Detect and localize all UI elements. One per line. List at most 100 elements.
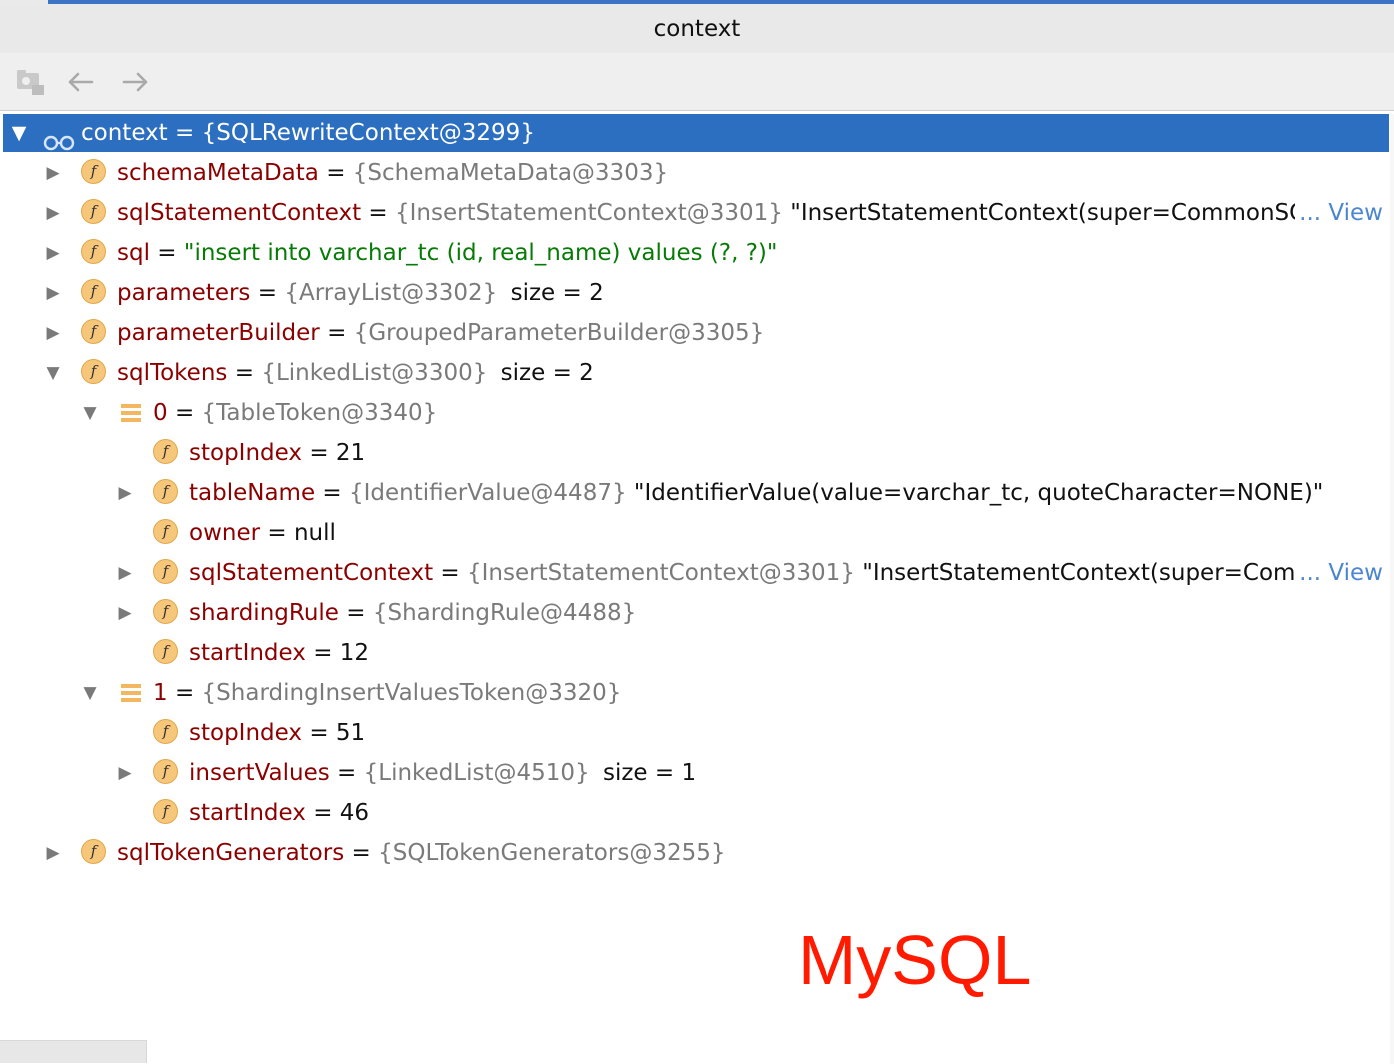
- triangle-right-icon[interactable]: ▶: [43, 234, 63, 272]
- tree-node-startIndex[interactable]: f startIndex = 46: [3, 794, 1389, 832]
- tree-node-context[interactable]: ▼ context = {SQLRewriteContext@3299}: [3, 114, 1389, 152]
- field-icon: f: [81, 319, 106, 344]
- triangle-down-icon[interactable]: ▼: [43, 354, 63, 392]
- field-name: parameterBuilder: [117, 320, 320, 346]
- field-value: 46: [339, 800, 370, 826]
- node-label: startIndex = 46: [189, 800, 370, 826]
- field-icon: f: [153, 719, 178, 744]
- field-icon: f: [81, 839, 106, 864]
- node-label: schemaMetaData = {SchemaMetaData@3303}: [117, 160, 669, 186]
- field-icon: f: [153, 519, 178, 544]
- field-icon: f: [153, 559, 178, 584]
- node-label: tableName = {IdentifierValue@4487} "Iden…: [189, 480, 1324, 506]
- variables-tree: ▼ context = {SQLRewriteContext@3299} ▶ f…: [0, 114, 1390, 964]
- field-name: schemaMetaData: [117, 160, 319, 186]
- field-value: "InsertStatementContext(super=CommonSQLS: [790, 200, 1335, 226]
- element-index: 0: [153, 400, 168, 426]
- node-label: startIndex = 12: [189, 640, 370, 666]
- triangle-right-icon[interactable]: ▶: [43, 834, 63, 872]
- tree-node-sqlStatementContext[interactable]: ▶ f sqlStatementContext = {InsertStateme…: [3, 194, 1389, 232]
- field-name: insertValues: [189, 760, 330, 786]
- node-label: 1 = {ShardingInsertValuesToken@3320}: [153, 680, 622, 706]
- tree-node-sqlTokenGenerators[interactable]: ▶ f sqlTokenGenerators = {SQLTokenGenera…: [3, 834, 1389, 872]
- tree-node-tableName[interactable]: ▶ f tableName = {IdentifierValue@4487} "…: [3, 474, 1389, 512]
- tree-node-startIndex[interactable]: f startIndex = 12: [3, 634, 1389, 672]
- view-link[interactable]: ... View: [1295, 194, 1383, 232]
- node-label: parameterBuilder = {GroupedParameterBuil…: [117, 320, 765, 346]
- triangle-right-icon[interactable]: ▶: [43, 274, 63, 312]
- node-label: insertValues = {LinkedList@4510} size = …: [189, 760, 697, 786]
- tree-node-insertValues[interactable]: ▶ f insertValues = {LinkedList@4510} siz…: [3, 754, 1389, 792]
- tree-node-schemaMetaData[interactable]: ▶ f schemaMetaData = {SchemaMetaData@330…: [3, 154, 1389, 192]
- tree-node-parameters[interactable]: ▶ f parameters = {ArrayList@3302} size =…: [3, 274, 1389, 312]
- triangle-right-icon[interactable]: ▶: [115, 594, 135, 632]
- field-type: {ArrayList@3302}: [284, 280, 498, 306]
- node-label: context = {SQLRewriteContext@3299}: [81, 120, 535, 146]
- field-type: {LinkedList@3300}: [261, 360, 488, 386]
- back-arrow-icon[interactable]: [64, 67, 98, 97]
- field-value: "IdentifierValue(value=varchar_tc, quote…: [633, 480, 1324, 506]
- field-icon: f: [81, 359, 106, 384]
- field-size: size = 2: [500, 360, 594, 386]
- field-type: {InsertStatementContext@3301}: [395, 200, 783, 226]
- field-value: "insert into varchar_tc (id, real_name) …: [183, 240, 778, 266]
- forward-arrow-icon[interactable]: [118, 67, 152, 97]
- tree-node-sql[interactable]: ▶ f sql = "insert into varchar_tc (id, r…: [3, 234, 1389, 272]
- field-type: {IdentifierValue@4487}: [349, 480, 627, 506]
- tree-node-stopIndex[interactable]: f stopIndex = 51: [3, 714, 1389, 752]
- field-type: {GroupedParameterBuilder@3305}: [353, 320, 765, 346]
- field-size: size = 2: [510, 280, 604, 306]
- field-icon: f: [81, 159, 106, 184]
- tree-node-token-1[interactable]: ▼ 1 = {ShardingInsertValuesToken@3320}: [3, 674, 1389, 712]
- triangle-right-icon[interactable]: ▶: [115, 754, 135, 792]
- field-type: {ShardingRule@4488}: [372, 600, 637, 626]
- field-name: stopIndex: [189, 440, 302, 466]
- glasses-icon: [43, 125, 75, 151]
- field-name: shardingRule: [189, 600, 339, 626]
- field-name: sqlStatementContext: [117, 200, 362, 226]
- focus-indicator: [48, 0, 1394, 4]
- tree-node-owner[interactable]: f owner = null: [3, 514, 1389, 552]
- triangle-down-icon[interactable]: ▼: [80, 394, 100, 432]
- field-icon: f: [153, 799, 178, 824]
- tree-node-stopIndex[interactable]: f stopIndex = 21: [3, 434, 1389, 472]
- field-value: 21: [335, 440, 366, 466]
- triangle-right-icon[interactable]: ▶: [43, 314, 63, 352]
- tree-node-token-0[interactable]: ▼ 0 = {TableToken@3340}: [3, 394, 1389, 432]
- tree-node-sqlTokens[interactable]: ▼ f sqlTokens = {LinkedList@3300} size =…: [3, 354, 1389, 392]
- node-label: stopIndex = 51: [189, 720, 366, 746]
- view-link[interactable]: ... View: [1295, 554, 1383, 592]
- field-name: sqlStatementContext: [189, 560, 434, 586]
- field-icon: f: [153, 639, 178, 664]
- field-icon: f: [153, 599, 178, 624]
- field-icon: f: [153, 439, 178, 464]
- triangle-right-icon[interactable]: ▶: [115, 554, 135, 592]
- field-name: startIndex: [189, 800, 306, 826]
- list-element-icon: [121, 684, 141, 703]
- list-element-icon: [121, 404, 141, 423]
- node-label: sqlTokenGenerators = {SQLTokenGenerators…: [117, 840, 726, 866]
- tree-node-sqlStatementContext-nested[interactable]: ▶ f sqlStatementContext = {InsertStateme…: [3, 554, 1389, 592]
- triangle-right-icon[interactable]: ▶: [43, 194, 63, 232]
- node-label: shardingRule = {ShardingRule@4488}: [189, 600, 637, 626]
- triangle-right-icon[interactable]: ▶: [115, 474, 135, 512]
- field-name: sqlTokens: [117, 360, 228, 386]
- field-name: stopIndex: [189, 720, 302, 746]
- show-objects-icon[interactable]: [14, 67, 48, 97]
- field-name: parameters: [117, 280, 251, 306]
- triangle-right-icon[interactable]: ▶: [43, 154, 63, 192]
- node-label: sql = "insert into varchar_tc (id, real_…: [117, 240, 778, 266]
- field-type: {InsertStatementContext@3301}: [467, 560, 855, 586]
- toolbar: [0, 53, 1394, 111]
- node-label: sqlStatementContext = {InsertStatementCo…: [117, 200, 1335, 226]
- vertical-scrollbar[interactable]: [1390, 114, 1394, 1064]
- triangle-down-icon[interactable]: ▼: [9, 114, 29, 152]
- node-label: 0 = {TableToken@3340}: [153, 400, 438, 426]
- field-value: 51: [335, 720, 366, 746]
- field-name: tableName: [189, 480, 316, 506]
- field-name: startIndex: [189, 640, 306, 666]
- triangle-down-icon[interactable]: ▼: [80, 674, 100, 712]
- element-index: 1: [153, 680, 168, 706]
- tree-node-parameterBuilder[interactable]: ▶ f parameterBuilder = {GroupedParameter…: [3, 314, 1389, 352]
- tree-node-shardingRule[interactable]: ▶ f shardingRule = {ShardingRule@4488}: [3, 594, 1389, 632]
